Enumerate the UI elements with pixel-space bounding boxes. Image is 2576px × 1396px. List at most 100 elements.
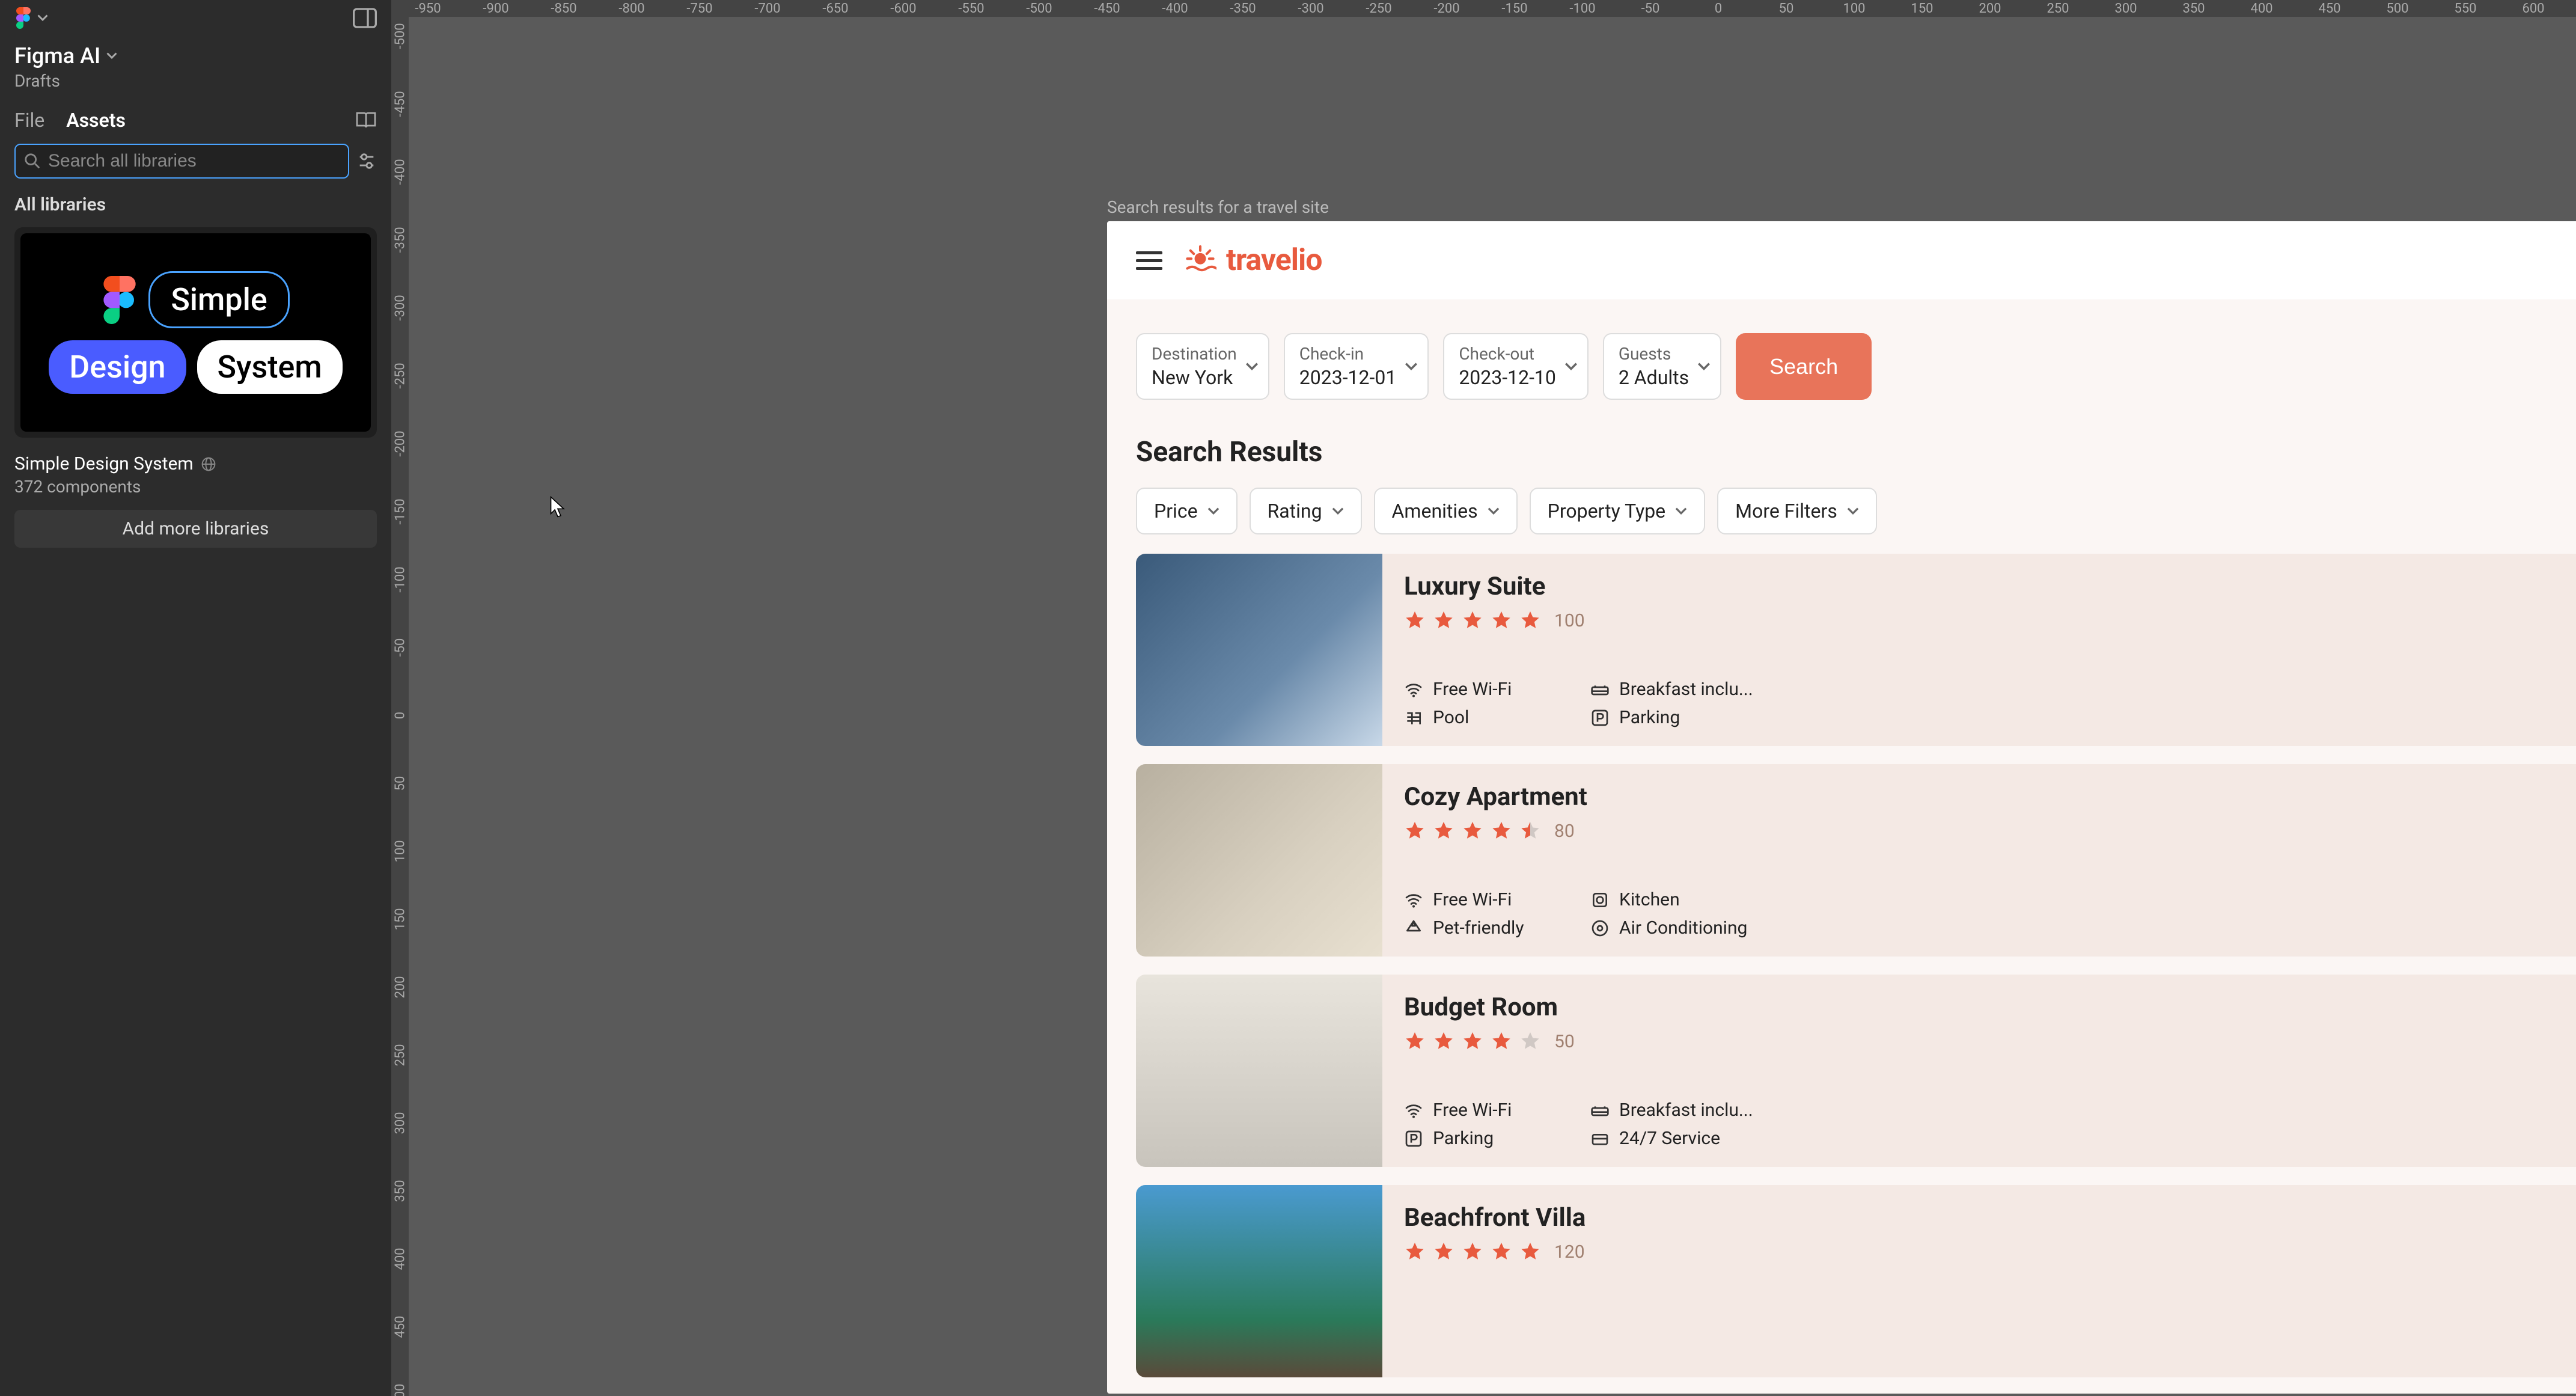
amenity-label: Pet-friendly [1433, 917, 1524, 938]
ruler-tick: -950 [415, 1, 441, 16]
filter-label: More Filters [1735, 500, 1837, 522]
library-card[interactable]: Simple Design System [14, 227, 377, 438]
project-location[interactable]: Drafts [14, 71, 377, 91]
ruler-tick: -400 [393, 159, 408, 185]
panel-toggle-icon[interactable] [353, 7, 377, 29]
library-search[interactable] [14, 144, 349, 179]
chevron-down-icon [1675, 507, 1687, 515]
star-icon [1433, 610, 1454, 631]
ruler-tick: -200 [1433, 1, 1459, 16]
section-all-libraries[interactable]: All libraries [0, 187, 391, 222]
filter-settings-icon[interactable] [356, 151, 377, 171]
result-card[interactable]: Cozy Apartment 80 Free Wi-FiKitchenPet-f… [1136, 764, 2576, 957]
result-image [1136, 764, 1382, 957]
brand-logo[interactable]: travelio [1184, 243, 1322, 278]
search-icon [24, 153, 41, 170]
ruler-tick: 150 [393, 908, 408, 930]
frame-label[interactable]: Search results for a travel site [1107, 197, 1329, 217]
breakfast-icon [1590, 680, 1610, 699]
ruler-tick: -450 [393, 91, 408, 117]
ruler-tick: 150 [1911, 1, 1933, 16]
star-icon [1519, 610, 1541, 631]
ruler-tick: 300 [393, 1112, 408, 1134]
result-card[interactable]: Budget Room 50 Free Wi-FiBreakfast inclu… [1136, 975, 2576, 1167]
star-icon [1519, 1030, 1541, 1052]
chevron-down-icon[interactable] [106, 52, 117, 60]
chevron-down-icon [1332, 507, 1344, 515]
field-checkin[interactable]: Check-in 2023-12-01 [1284, 333, 1429, 400]
ruler-tick: -250 [1366, 1, 1391, 16]
result-title: Luxury Suite [1404, 572, 1759, 601]
star-icon [1404, 610, 1426, 631]
chevron-down-icon [1245, 363, 1259, 371]
ruler-vertical: -500-450-400-350-300-250-200-150-100-500… [392, 0, 409, 1396]
field-checkout[interactable]: Check-out 2023-12-10 [1443, 333, 1589, 400]
search-bar: Destination New York Check-in 2023-12-01… [1107, 299, 2576, 421]
ruler-tick: 200 [393, 976, 408, 998]
amenity-item: Breakfast inclu... [1590, 679, 1759, 700]
wifi-icon [1404, 680, 1423, 699]
ruler-tick: 250 [2046, 1, 2069, 16]
amenities-list: Free Wi-FiKitchenPet-friendlyAir Conditi… [1404, 889, 1759, 938]
amenity-label: Pool [1433, 707, 1469, 728]
result-card[interactable]: Luxury Suite 100 Free Wi-FiBreakfast inc… [1136, 554, 2576, 746]
amenities-list: Free Wi-FiBreakfast inclu...PoolParking [1404, 679, 1759, 728]
amenity-label: Free Wi-Fi [1433, 679, 1512, 700]
ruler-tick: -300 [393, 295, 408, 320]
search-button[interactable]: Search [1736, 333, 1872, 400]
ruler-tick: -650 [822, 1, 848, 16]
ruler-tick: 300 [2114, 1, 2137, 16]
ruler-tick: 400 [393, 1248, 408, 1270]
field-destination[interactable]: Destination New York [1136, 333, 1269, 400]
ruler-tick: -500 [1026, 1, 1052, 16]
ruler-tick: 400 [2250, 1, 2272, 16]
ruler-tick: 350 [393, 1180, 408, 1202]
filter-row: Price Rating Amenities Property Type More Fi… [1107, 468, 2576, 554]
ruler-tick: 100 [393, 840, 408, 862]
cursor-icon [549, 496, 566, 518]
left-panel: Figma AI Drafts File Assets All librar [0, 0, 392, 1396]
tab-assets[interactable]: Assets [66, 109, 126, 132]
ruler-tick: -750 [686, 1, 712, 16]
field-guests[interactable]: Guests 2 Adults [1603, 333, 1721, 400]
field-value: New York [1152, 366, 1237, 389]
star-icon [1462, 610, 1483, 631]
result-image [1136, 1185, 1382, 1377]
project-title[interactable]: Figma AI [14, 43, 100, 69]
filter-amenities[interactable]: Amenities [1374, 488, 1518, 534]
amenity-label: 24/7 Service [1619, 1128, 1720, 1149]
filter-price[interactable]: Price [1136, 488, 1238, 534]
pool-icon [1404, 708, 1423, 727]
star-icon [1491, 1030, 1512, 1052]
ruler-tick: -150 [1501, 1, 1527, 16]
amenity-label: Free Wi-Fi [1433, 1100, 1512, 1121]
star-icon [1404, 1241, 1426, 1263]
filter-property-type[interactable]: Property Type [1530, 488, 1706, 534]
amenity-label: Air Conditioning [1619, 917, 1747, 938]
tab-file[interactable]: File [14, 109, 44, 132]
add-more-libraries-button[interactable]: Add more libraries [14, 510, 377, 548]
filter-rating[interactable]: Rating [1250, 488, 1362, 534]
ruler-tick: -500 [393, 23, 408, 49]
book-icon[interactable] [355, 111, 377, 129]
chevron-down-icon [1847, 507, 1859, 515]
result-title: Budget Room [1404, 993, 1759, 1022]
menu-icon[interactable] [1136, 251, 1162, 270]
result-card[interactable]: Beachfront Villa 120 $300/night $2700 [1136, 1185, 2576, 1377]
filter-more-filters[interactable]: More Filters [1717, 488, 1877, 534]
rating-count: 80 [1554, 821, 1575, 842]
thumb-pill: Simple [148, 271, 289, 328]
amenity-item: Free Wi-Fi [1404, 889, 1572, 910]
chevron-down-icon [1564, 363, 1578, 371]
figma-menu[interactable] [14, 7, 48, 29]
amenity-item: 24/7 Service [1590, 1128, 1759, 1149]
library-search-input[interactable] [48, 151, 340, 171]
results-heading: Search Results [1107, 421, 2576, 468]
library-name: Simple Design System [14, 453, 194, 474]
ac-icon [1590, 919, 1610, 938]
ruler-tick: -700 [754, 1, 780, 16]
design-frame[interactable]: travelio Destination New York Check-in [1107, 221, 2576, 1394]
ruler-tick: 100 [1843, 1, 1865, 16]
ruler-tick: -800 [618, 1, 644, 16]
canvas[interactable]: -950-900-850-800-750-700-650-600-550-500… [392, 0, 2576, 1396]
